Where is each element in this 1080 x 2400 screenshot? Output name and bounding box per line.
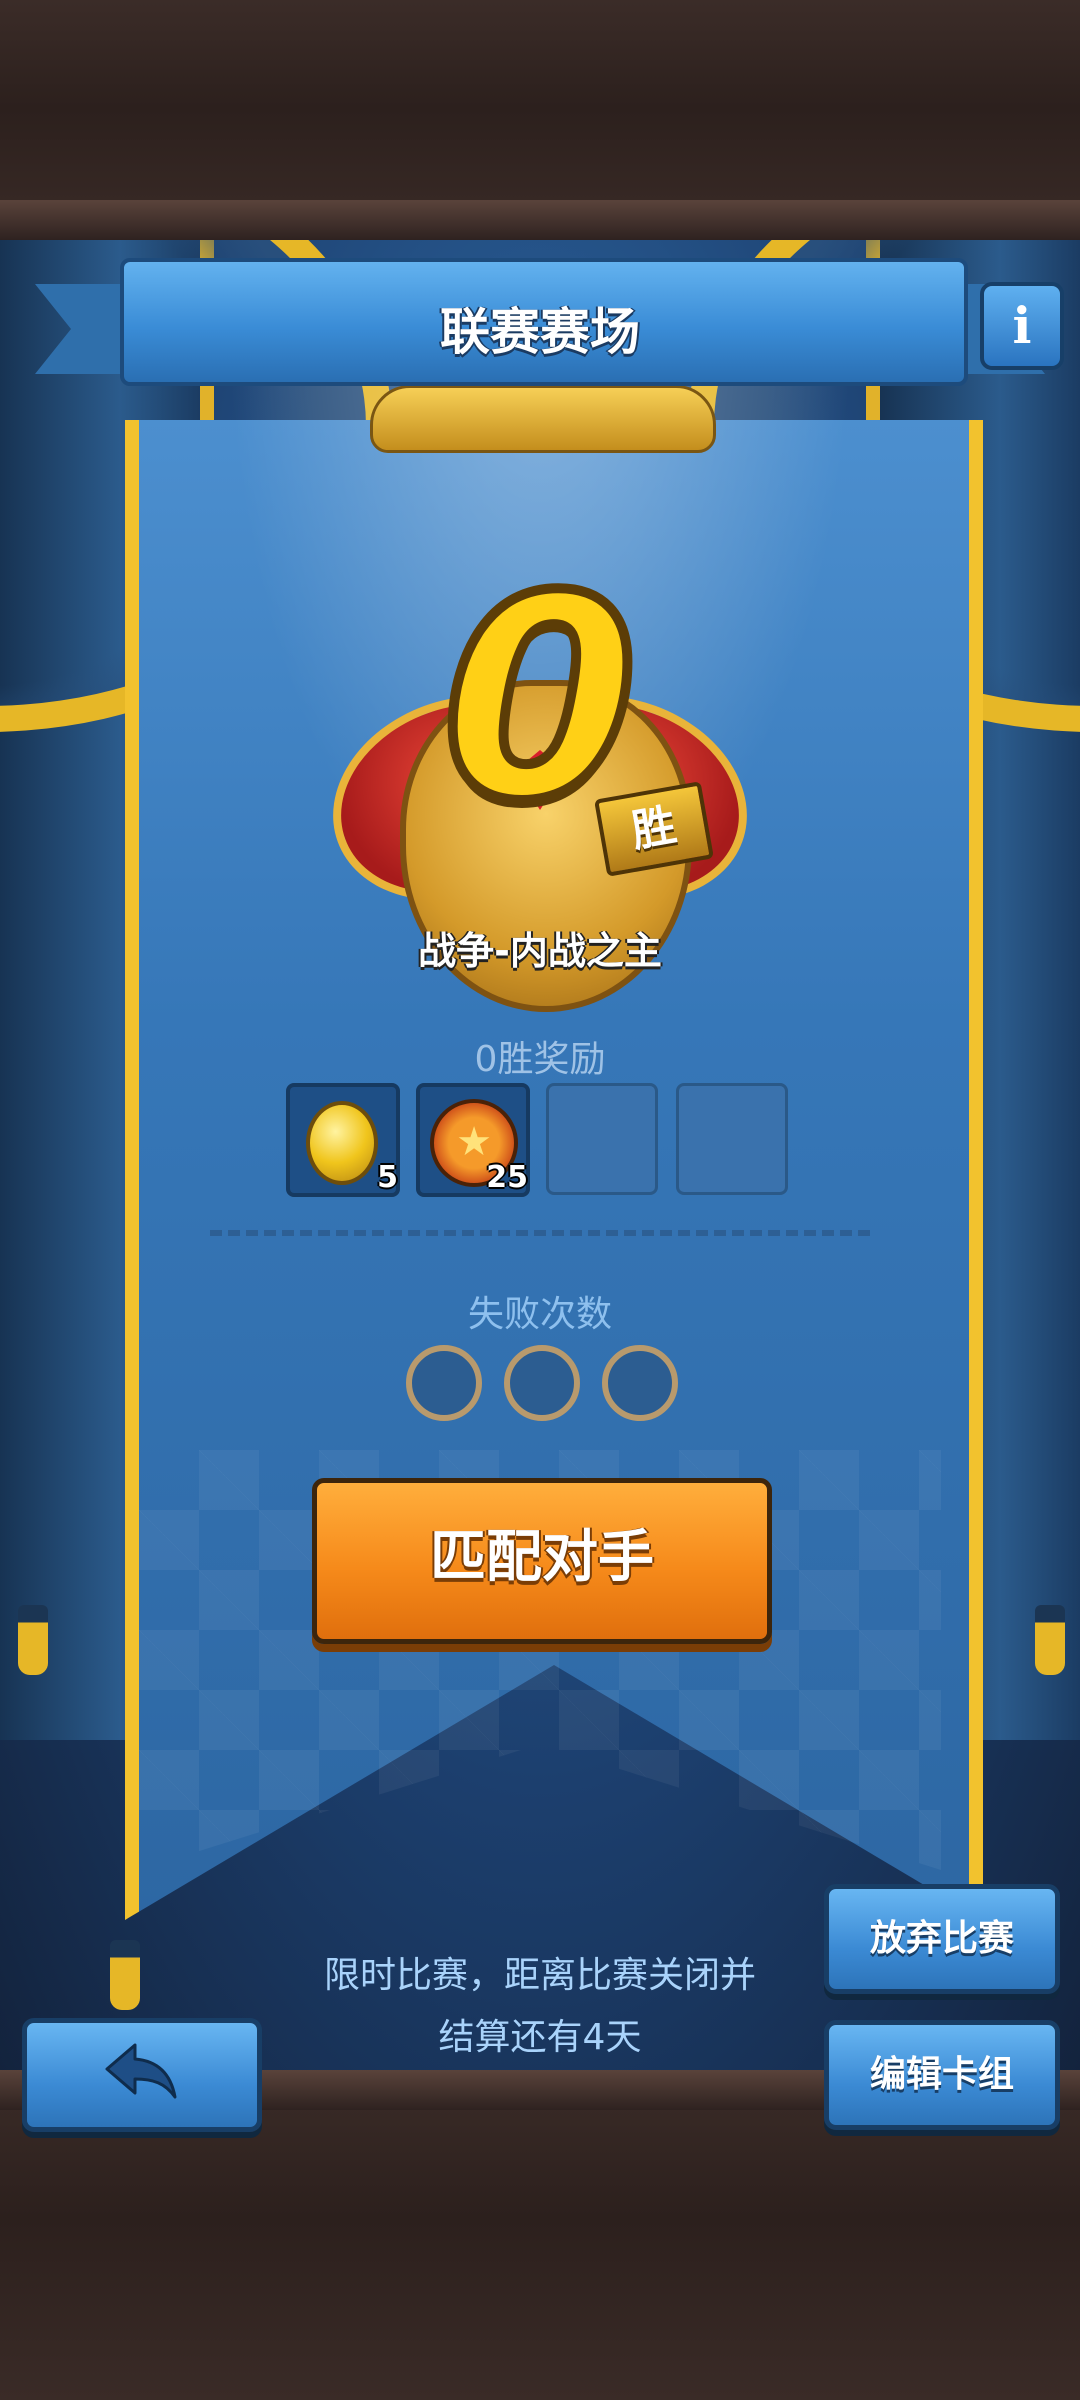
tassel-icon [1035,1605,1065,1675]
reward-slot-empty [676,1083,788,1195]
reward-quantity: 5 [377,1160,398,1195]
reward-slot[interactable]: ★ 25 [416,1083,530,1197]
crest-ornament [370,385,716,453]
gold-coin-icon [306,1101,378,1185]
abandon-match-button[interactable]: 放弃比赛 [824,1884,1060,1994]
back-arrow-icon [105,2043,177,2099]
tassel-icon [110,1940,140,2010]
reward-title: 0胜奖励 [474,1039,606,1080]
time-limit-notice: 限时比赛，距离比赛关闭并 结算还有4天 [250,1945,830,2069]
page-title: 联赛赛场 [440,303,640,361]
rank-name: 战争-内战之主 [418,929,662,973]
back-button[interactable] [22,2018,262,2132]
failure-slot [406,1345,482,1421]
match-opponent-button[interactable]: 匹配对手 [312,1478,772,1644]
failure-title: 失败次数 [467,1294,612,1335]
reward-slot[interactable]: 5 [286,1083,400,1197]
failure-slot [504,1345,580,1421]
divider [210,1230,870,1236]
notice-line-1: 限时比赛，距离比赛关闭并 [323,1955,756,1996]
tassel-icon [18,1605,48,1675]
reward-slot-empty [546,1083,658,1195]
failure-slot [602,1345,678,1421]
edit-deck-button[interactable]: 编辑卡组 [824,2020,1060,2130]
reward-quantity: 25 [486,1160,528,1195]
notice-line-2: 结算还有4天 [438,2017,642,2058]
wood-frame-top [0,0,1080,240]
info-button[interactable]: i [980,282,1064,370]
